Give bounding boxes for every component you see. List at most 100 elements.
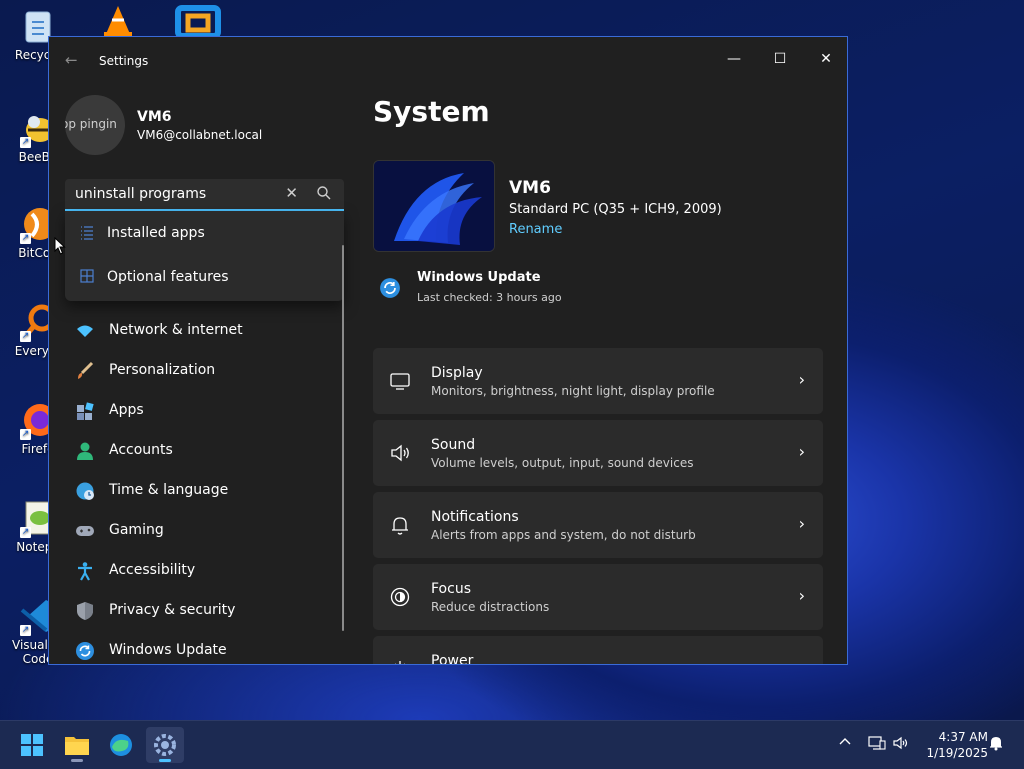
clear-icon[interactable]: ✕ (285, 184, 298, 202)
card-title: Power (431, 653, 474, 665)
wifi-icon (75, 321, 95, 341)
card-title: Notifications (431, 509, 519, 525)
card-subtitle: Alerts from apps and system, do not dist… (431, 528, 696, 542)
card-subtitle: Volume levels, output, input, sound devi… (431, 456, 694, 470)
nav-windows-update[interactable]: Windows Update (65, 631, 335, 664)
page-title: System (373, 95, 490, 128)
start-icon (13, 734, 51, 767)
active-indicator (159, 759, 171, 762)
title-bar[interactable]: ← Settings — ☐ ✕ (49, 37, 847, 81)
nav-accounts[interactable]: Accounts (65, 431, 335, 469)
suggestion-optional-features[interactable]: Optional features (65, 255, 344, 299)
suggestion-label: Optional features (107, 269, 229, 285)
minimize-button[interactable]: — (711, 45, 757, 73)
chevron-up-icon[interactable] (838, 735, 852, 753)
device-wallpaper-thumbnail (373, 160, 495, 252)
globe-clock-icon (75, 481, 95, 501)
back-arrow-icon[interactable]: ← (65, 51, 78, 69)
card-sound[interactable]: Sound Volume levels, output, input, soun… (373, 420, 823, 486)
nav-label: Privacy & security (109, 602, 236, 618)
volume-icon[interactable] (892, 735, 910, 755)
suggestion-installed-apps[interactable]: Installed apps (65, 211, 344, 255)
chevron-right-icon: › (798, 442, 805, 461)
update-icon (75, 641, 95, 661)
shortcut-arrow-icon: ↗ (20, 527, 31, 538)
nav-accessibility[interactable]: Accessibility (65, 551, 335, 589)
start-button[interactable] (13, 727, 51, 763)
network-icon[interactable] (868, 735, 886, 755)
mouse-cursor-icon (54, 236, 66, 259)
taskbar: 4:37 AM 1/19/2025 (0, 720, 1024, 769)
accessibility-icon (75, 561, 95, 581)
maximize-button[interactable]: ☐ (757, 45, 803, 73)
file-explorer-icon (58, 737, 96, 767)
settings-window: ← Settings — ☐ ✕ op pingin VM6 VM6@colla… (48, 36, 848, 665)
avatar[interactable]: op pingin (65, 95, 125, 155)
nav-label: Accessibility (109, 562, 196, 578)
search-input[interactable]: uninstall programs (75, 186, 206, 202)
nav-label: Gaming (109, 522, 164, 538)
windows-update-title[interactable]: Windows Update (417, 270, 541, 285)
nav-gaming[interactable]: Gaming (65, 511, 335, 549)
rename-link[interactable]: Rename (509, 222, 562, 237)
search-icon[interactable] (316, 185, 332, 201)
clock-time: 4:37 AM (938, 730, 988, 744)
nav-privacy-security[interactable]: Privacy & security (65, 591, 335, 629)
edge-icon (102, 734, 140, 767)
clock[interactable]: 4:37 AM 1/19/2025 (916, 729, 988, 761)
running-indicator (71, 759, 83, 762)
windows-update-last-checked: Last checked: 3 hours ago (417, 291, 562, 304)
chevron-right-icon: › (798, 514, 805, 533)
focus-icon (389, 586, 411, 608)
close-button[interactable]: ✕ (803, 45, 847, 73)
card-subtitle: Reduce distractions (431, 600, 550, 614)
card-notifications[interactable]: Notifications Alerts from apps and syste… (373, 492, 823, 558)
card-title: Sound (431, 437, 476, 453)
window-title: Settings (99, 54, 149, 68)
nav-label: Apps (109, 402, 144, 418)
apps-icon (75, 401, 95, 421)
card-focus[interactable]: Focus Reduce distractions › (373, 564, 823, 630)
chevron-right-icon: › (798, 370, 805, 389)
person-icon (75, 441, 95, 461)
nav-time-language[interactable]: Time & language (65, 471, 335, 509)
search-box[interactable]: uninstall programs ✕ (65, 179, 344, 211)
settings-icon (146, 734, 184, 767)
clock-date: 1/19/2025 (926, 746, 988, 760)
monitor-icon (389, 370, 411, 392)
grid-icon (79, 268, 95, 284)
nav-network-internet[interactable]: Network & internet (65, 311, 335, 349)
brush-icon (75, 361, 95, 381)
user-name: VM6 (137, 109, 172, 125)
suggestion-label: Installed apps (107, 225, 205, 241)
device-name: VM6 (509, 178, 551, 198)
file-explorer-button[interactable] (58, 727, 96, 763)
avatar-text: op pingin (65, 117, 117, 131)
shortcut-arrow-icon: ↗ (20, 331, 31, 342)
card-title: Display (431, 365, 483, 381)
chevron-right-icon: › (798, 586, 805, 605)
shield-icon (75, 601, 95, 621)
speaker-icon (389, 442, 411, 464)
shortcut-arrow-icon: ↗ (20, 233, 31, 244)
device-model: Standard PC (Q35 + ICH9, 2009) (509, 202, 722, 217)
edge-button[interactable] (102, 727, 140, 763)
nav-personalization[interactable]: Personalization (65, 351, 335, 389)
power-icon (389, 658, 411, 664)
card-display[interactable]: Display Monitors, brightness, night ligh… (373, 348, 823, 414)
settings-taskbar-button[interactable] (146, 727, 184, 763)
shortcut-arrow-icon: ↗ (20, 429, 31, 440)
nav-label: Windows Update (109, 642, 227, 658)
shortcut-arrow-icon: ↗ (20, 137, 31, 148)
notification-bell-icon[interactable] (988, 735, 1004, 755)
gamepad-icon (75, 521, 95, 541)
nav-label: Time & language (109, 482, 229, 498)
nav-label: Accounts (109, 442, 173, 458)
nav-label: Personalization (109, 362, 216, 378)
nav-apps[interactable]: Apps (65, 391, 335, 429)
card-power[interactable]: Power › (373, 636, 823, 665)
shortcut-arrow-icon: ↗ (20, 625, 31, 636)
nav-scrollbar[interactable] (342, 245, 344, 631)
chevron-right-icon: › (799, 658, 805, 664)
windows-update-status-icon (379, 277, 401, 299)
